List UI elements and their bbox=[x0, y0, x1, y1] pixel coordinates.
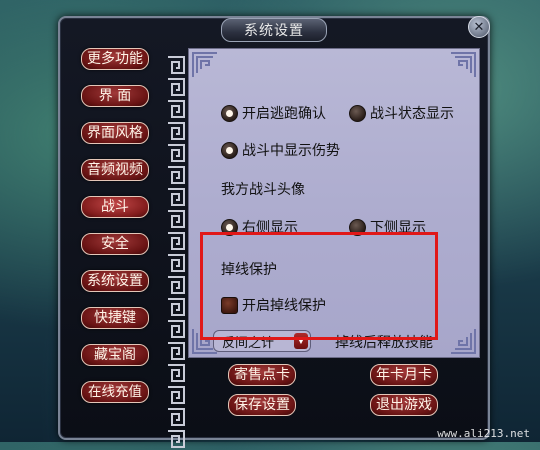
sidebar-item-more-features[interactable]: 更多功能 bbox=[81, 48, 149, 70]
sidebar-item-audio-video[interactable]: 音频视频 bbox=[81, 159, 149, 181]
sidebar-item-system-settings[interactable]: 系统设置 bbox=[81, 270, 149, 292]
greek-key-ornament bbox=[165, 54, 187, 450]
sidebar-item-shortcuts[interactable]: 快捷键 bbox=[81, 307, 149, 329]
option-label: 战斗状态显示 bbox=[370, 106, 454, 122]
corner-ornament-icon bbox=[192, 52, 217, 77]
site-watermark: www.ali213.net bbox=[437, 427, 530, 440]
option-label: 下侧显示 bbox=[370, 220, 426, 236]
corner-ornament-icon bbox=[451, 329, 476, 354]
sidebar-item-interface[interactable]: 界 面 bbox=[81, 85, 149, 107]
skill-select[interactable]: 反间之计 ▼ bbox=[213, 330, 311, 352]
avatar-bottom-option[interactable]: 下侧显示 bbox=[349, 217, 426, 237]
radio-icon[interactable] bbox=[349, 218, 366, 236]
settings-window: 系统设置 ✕ 更多功能 界 面 界面风格 音频视频 战斗 安全 系统设置 快捷键… bbox=[58, 16, 490, 450]
radio-icon[interactable] bbox=[221, 141, 238, 159]
battle-status-option[interactable]: 战斗状态显示 bbox=[349, 103, 454, 123]
skill-select-label: 掉线后释放技能 bbox=[335, 335, 433, 351]
annual-card-button[interactable]: 年卡月卡 bbox=[370, 364, 438, 386]
disconnect-section-label: 掉线保护 bbox=[221, 262, 277, 278]
sidebar-item-treasure[interactable]: 藏宝阁 bbox=[81, 344, 149, 366]
radio-icon[interactable] bbox=[221, 218, 238, 236]
show-injury-option[interactable]: 战斗中显示伤势 bbox=[221, 140, 340, 160]
escape-confirm-option[interactable]: 开启逃跑确认 bbox=[221, 103, 326, 123]
avatar-right-option[interactable]: 右侧显示 bbox=[221, 217, 298, 237]
corner-ornament-icon bbox=[451, 52, 476, 77]
exit-game-button[interactable]: 退出游戏 bbox=[370, 394, 438, 416]
close-icon[interactable]: ✕ bbox=[468, 16, 490, 38]
radio-icon[interactable] bbox=[221, 104, 238, 122]
option-label: 开启掉线保护 bbox=[242, 298, 326, 314]
option-label: 右侧显示 bbox=[242, 220, 298, 236]
skill-select-value: 反间之计 bbox=[222, 335, 275, 351]
option-label: 开启逃跑确认 bbox=[242, 106, 326, 122]
sidebar-item-interface-style[interactable]: 界面风格 bbox=[81, 122, 149, 144]
option-label: 战斗中显示伤势 bbox=[242, 143, 340, 159]
sidebar-item-battle[interactable]: 战斗 bbox=[81, 196, 149, 218]
disconnect-protect-option[interactable]: 开启掉线保护 bbox=[221, 295, 326, 315]
sidebar-item-recharge[interactable]: 在线充值 bbox=[81, 381, 149, 403]
window-title: 系统设置 bbox=[221, 18, 327, 42]
battle-settings-panel: 开启逃跑确认 战斗状态显示 战斗中显示伤势 我方战斗头像 右侧显示 下侧显示 掉… bbox=[188, 48, 480, 358]
consign-card-button[interactable]: 寄售点卡 bbox=[228, 364, 296, 386]
avatar-section-label: 我方战斗头像 bbox=[221, 182, 305, 198]
save-settings-button[interactable]: 保存设置 bbox=[228, 394, 296, 416]
checkbox-icon[interactable] bbox=[221, 296, 238, 314]
dropdown-arrow-icon[interactable]: ▼ bbox=[294, 333, 308, 349]
sidebar-item-security[interactable]: 安全 bbox=[81, 233, 149, 255]
radio-icon[interactable] bbox=[349, 104, 366, 122]
title-bar: 系统设置 bbox=[60, 18, 488, 42]
